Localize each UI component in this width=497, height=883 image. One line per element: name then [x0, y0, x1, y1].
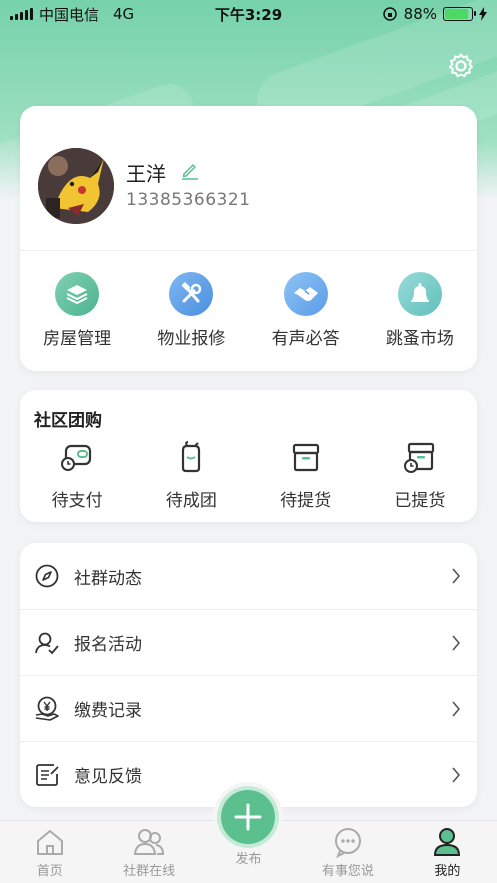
user-name: 王洋	[126, 162, 166, 186]
group-buy-pending-payment[interactable]: 待支付	[20, 440, 134, 511]
tab-mine[interactable]: 我的	[398, 821, 497, 883]
group-buy-title: 社区团购	[34, 411, 102, 431]
group-icon	[134, 829, 165, 855]
avatar[interactable]	[38, 148, 114, 224]
publish-button[interactable]	[221, 790, 275, 844]
chevron-right-icon	[452, 767, 461, 783]
group-buy-label: 待成团	[165, 491, 217, 511]
compass-icon	[35, 564, 59, 588]
quick-action-voice-answer[interactable]: 有声必答	[249, 272, 363, 349]
chevron-right-icon	[452, 701, 461, 717]
carrier: 中国电信	[39, 5, 100, 24]
box-icon	[292, 443, 319, 472]
yen-hand-icon	[35, 696, 59, 721]
tab-label: 首页	[36, 864, 63, 879]
group-buy-label: 待支付	[51, 491, 103, 511]
chat-icon	[334, 828, 361, 858]
chevron-right-icon	[452, 635, 461, 651]
tab-home[interactable]: 首页	[0, 821, 99, 883]
menu-item-label: 报名活动	[74, 635, 142, 655]
divider	[20, 250, 477, 251]
menu-item-label: 缴费记录	[74, 701, 142, 721]
charging-icon	[479, 7, 487, 21]
quick-action-label: 房屋管理	[43, 329, 112, 349]
wrench-hammer-icon	[169, 272, 214, 316]
menu-item-community-feed[interactable]: 社群动态	[20, 543, 477, 609]
tab-label: 我的	[434, 864, 461, 879]
bag-icon	[182, 441, 201, 473]
status-bar: 中国电信 4G 下午3:29 88%	[0, 0, 497, 28]
signal-icon	[10, 8, 33, 20]
quick-action-label: 有声必答	[271, 329, 340, 349]
bell-icon	[397, 272, 442, 316]
user-phone: 13385366321	[126, 190, 251, 210]
profile-card: 王洋 13385366321 房屋管理 物业报修 有声必答 跳蚤市场	[20, 106, 477, 371]
profile-icon	[434, 828, 461, 856]
network-type: 4G	[113, 5, 135, 23]
tab-community-online[interactable]: 社群在线	[99, 821, 198, 883]
home-icon	[36, 830, 63, 855]
group-buy-label: 已提货	[394, 491, 446, 511]
group-buy-pending-pickup[interactable]: 待提货	[249, 440, 363, 511]
chevron-right-icon	[452, 568, 461, 584]
edit-pencil-icon[interactable]	[180, 160, 200, 180]
menu-item-payment-records[interactable]: 缴费记录	[20, 675, 477, 741]
orientation-lock-icon	[382, 7, 397, 21]
group-buy-pending-group[interactable]: 待成团	[134, 440, 248, 511]
quick-actions: 房屋管理 物业报修 有声必答 跳蚤市场	[20, 272, 477, 349]
quick-action-label: 物业报修	[157, 329, 226, 349]
feedback-icon	[36, 763, 59, 786]
group-buy-items: 待支付 待成团 待提货 已提货	[20, 440, 477, 511]
settings-gear-icon[interactable]	[447, 52, 475, 80]
group-buy-picked-up[interactable]: 已提货	[363, 440, 477, 511]
house-layers-icon	[55, 272, 100, 316]
quick-action-flea-market[interactable]: 跳蚤市场	[363, 272, 477, 349]
tab-tell-us[interactable]: 有事您说	[298, 821, 397, 883]
wallet-clock-icon	[61, 444, 92, 471]
menu-item-activity-signup[interactable]: 报名活动	[20, 609, 477, 675]
group-buy-card: 社区团购 待支付 待成团 待提货 已提货	[20, 390, 477, 522]
quick-action-property-repair[interactable]: 物业报修	[134, 272, 248, 349]
battery-icon	[443, 7, 476, 21]
menu-item-label: 社群动态	[74, 568, 142, 589]
plus-icon	[234, 803, 262, 831]
battery-percent: 88%	[403, 5, 437, 23]
box-clock-icon	[403, 442, 434, 473]
user-check-icon	[35, 632, 59, 654]
quick-action-house-management[interactable]: 房屋管理	[20, 272, 134, 349]
quick-action-label: 跳蚤市场	[385, 329, 454, 349]
tab-label: 有事您说	[321, 864, 374, 879]
menu-card: 社群动态 报名活动 缴费记录 意见反馈	[20, 543, 477, 807]
group-buy-label: 待提货	[280, 491, 332, 511]
handshake-icon	[283, 272, 328, 316]
menu-item-label: 意见反馈	[74, 767, 142, 787]
tab-label: 社群在线	[123, 864, 176, 879]
